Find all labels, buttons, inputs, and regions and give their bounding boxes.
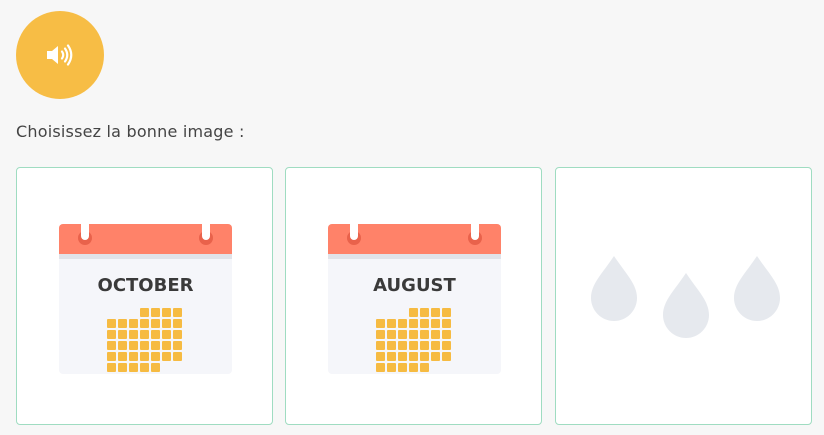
play-audio-button[interactable] bbox=[16, 11, 104, 99]
calendar-day-cell bbox=[398, 352, 407, 361]
answer-choice-3[interactable] bbox=[555, 167, 812, 425]
calendar-day-cell bbox=[442, 308, 451, 317]
calendar-month-label: AUGUST bbox=[373, 275, 456, 296]
calendar-day-cell bbox=[129, 363, 138, 372]
calendar-day-cell bbox=[140, 352, 149, 361]
calendar-day-cell bbox=[376, 341, 385, 350]
calendar-day-cell bbox=[398, 341, 407, 350]
calendar-day-cell bbox=[420, 308, 429, 317]
calendar-day-cell bbox=[107, 341, 116, 350]
calendar-day-cell bbox=[118, 330, 127, 339]
calendar-day-cell bbox=[173, 341, 182, 350]
calendar-day-cell bbox=[398, 363, 407, 372]
calendar-icon: OCTOBER bbox=[59, 219, 232, 374]
calendar-day-cell bbox=[107, 319, 116, 328]
calendar-day-cell bbox=[442, 352, 451, 361]
calendar-day-cell bbox=[118, 341, 127, 350]
calendar-day-cell bbox=[118, 319, 127, 328]
calendar-day-cell bbox=[387, 319, 396, 328]
calendar-day-cell bbox=[107, 352, 116, 361]
calendar-day-cell bbox=[140, 330, 149, 339]
calendar-day-cell bbox=[398, 330, 407, 339]
calendar-day-cell bbox=[409, 330, 418, 339]
question-prompt: Choisissez la bonne image : bbox=[16, 122, 245, 141]
speaker-icon bbox=[47, 44, 73, 66]
calendar-month-label: OCTOBER bbox=[98, 275, 194, 296]
calendar-day-cell bbox=[151, 352, 160, 361]
calendar-day-cell bbox=[173, 319, 182, 328]
calendar-day-cell bbox=[376, 319, 385, 328]
calendar-day-cell bbox=[431, 341, 440, 350]
calendar-day-cell bbox=[409, 363, 418, 372]
calendar-day-cell bbox=[151, 319, 160, 328]
calendar-day-cell bbox=[129, 330, 138, 339]
calendar-day-cell bbox=[118, 363, 127, 372]
calendar-day-cell bbox=[162, 330, 171, 339]
calendar-day-cell bbox=[442, 341, 451, 350]
calendar-day-cell bbox=[431, 330, 440, 339]
answer-choice-2[interactable]: AUGUST bbox=[285, 167, 542, 425]
exercise-page: Choisissez la bonne image : OCTOBER AUGU… bbox=[0, 0, 824, 435]
calendar-day-cell bbox=[140, 363, 149, 372]
calendar-day-cell bbox=[409, 308, 418, 317]
answer-choice-1[interactable]: OCTOBER bbox=[16, 167, 273, 425]
calendar-day-cell bbox=[431, 308, 440, 317]
calendar-day-cell bbox=[162, 352, 171, 361]
calendar-day-cell bbox=[107, 363, 116, 372]
raindrop-middle bbox=[663, 273, 709, 338]
calendar-day-cell bbox=[162, 308, 171, 317]
calendar-day-cell bbox=[409, 352, 418, 361]
calendar-day-cell bbox=[376, 330, 385, 339]
calendar-day-cell bbox=[431, 319, 440, 328]
calendar-day-cell bbox=[420, 363, 429, 372]
calendar-day-cell bbox=[387, 352, 396, 361]
calendar-day-cell bbox=[107, 330, 116, 339]
calendar-day-cell bbox=[442, 319, 451, 328]
raindrop-left bbox=[591, 256, 637, 321]
calendar-day-cell bbox=[420, 319, 429, 328]
calendar-day-cell bbox=[162, 319, 171, 328]
raindrop-right bbox=[734, 256, 780, 321]
calendar-day-cell bbox=[387, 341, 396, 350]
calendar-day-cell bbox=[387, 363, 396, 372]
calendar-day-cell bbox=[173, 352, 182, 361]
calendar-icon: AUGUST bbox=[328, 219, 501, 374]
calendar-day-cell bbox=[151, 363, 160, 372]
calendar-day-cell bbox=[129, 319, 138, 328]
calendar-day-cell bbox=[420, 330, 429, 339]
calendar-day-cell bbox=[162, 341, 171, 350]
calendar-day-cell bbox=[420, 341, 429, 350]
calendar-day-cell bbox=[129, 341, 138, 350]
calendar-day-cell bbox=[409, 319, 418, 328]
calendar-day-cell bbox=[376, 352, 385, 361]
calendar-day-cell bbox=[140, 319, 149, 328]
raindrops-icon bbox=[591, 256, 780, 338]
calendar-day-cell bbox=[151, 341, 160, 350]
calendar-day-cell bbox=[140, 308, 149, 317]
calendar-day-cell bbox=[420, 352, 429, 361]
calendar-day-cell bbox=[387, 330, 396, 339]
calendar-day-cell bbox=[376, 363, 385, 372]
calendar-day-cell bbox=[173, 330, 182, 339]
calendar-day-cell bbox=[129, 352, 138, 361]
calendar-day-cell bbox=[151, 330, 160, 339]
calendar-day-cell bbox=[140, 341, 149, 350]
calendar-day-cell bbox=[431, 352, 440, 361]
calendar-day-cell bbox=[151, 308, 160, 317]
calendar-day-cell bbox=[173, 308, 182, 317]
calendar-day-cell bbox=[398, 319, 407, 328]
calendar-day-cell bbox=[118, 352, 127, 361]
calendar-day-cell bbox=[442, 330, 451, 339]
calendar-day-cell bbox=[409, 341, 418, 350]
